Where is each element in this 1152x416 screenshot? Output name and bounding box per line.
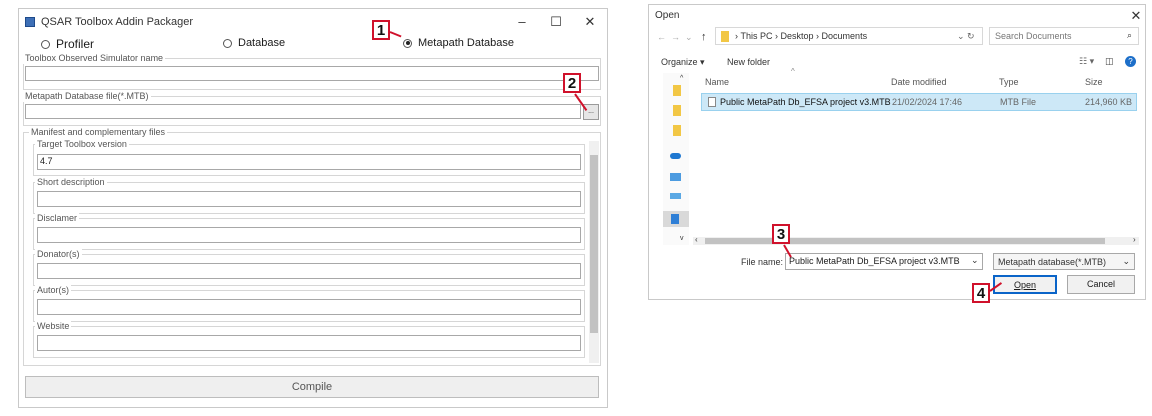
callout-3: 3 — [772, 224, 790, 244]
file-name: Public MetaPath Db_EFSA project v3.MTB — [720, 97, 891, 107]
compile-button[interactable]: Compile — [25, 376, 599, 398]
callout-2: 2 — [563, 73, 581, 93]
drive-icon[interactable] — [670, 193, 681, 199]
donators-input[interactable] — [37, 263, 581, 279]
breadcrumb-desktop[interactable]: Desktop — [781, 31, 814, 41]
file-size: 214,960 KB — [1084, 97, 1132, 107]
folder-icon[interactable] — [673, 105, 681, 116]
breadcrumb-documents[interactable]: Documents — [822, 31, 868, 41]
pc-icon[interactable] — [670, 173, 681, 181]
address-dropdown-icon[interactable]: ⌄ ↻ — [957, 31, 975, 42]
autors-label: Autor(s) — [35, 285, 72, 296]
nav-pane-scroll-down[interactable]: v — [680, 235, 684, 242]
radio-selected-icon — [403, 38, 412, 48]
file-name-dropdown-icon[interactable]: ⌄ — [971, 255, 979, 266]
open-button[interactable]: Open — [993, 275, 1057, 294]
target-version-input[interactable]: 4.7 — [37, 154, 581, 170]
autors-input[interactable] — [37, 299, 581, 315]
db-file-input[interactable] — [25, 104, 581, 119]
dialog-close-button[interactable]: ✕ — [1125, 8, 1145, 24]
file-type-filter[interactable]: Metapath database(*.MTB) ⌄ — [993, 253, 1135, 270]
radio-metapath-label: Metapath Database — [418, 37, 515, 49]
open-button-label: Open — [1013, 280, 1037, 290]
file-name-input[interactable]: Public MetaPath Db_EFSA project v3.MTB — [785, 253, 983, 270]
website-label: Website — [35, 321, 72, 332]
column-name[interactable]: Name — [705, 77, 729, 87]
up-arrow-icon[interactable]: ↑ — [701, 31, 707, 43]
filter-dropdown-icon: ⌄ — [1122, 256, 1130, 266]
simulator-group-label: Toolbox Observed Simulator name — [23, 53, 166, 64]
target-version-label: Target Toolbox version — [35, 139, 129, 150]
callout-4: 4 — [972, 283, 990, 303]
minimize-button[interactable]: – — [511, 14, 533, 30]
dialog-title: Open — [655, 10, 680, 21]
organize-button[interactable]: Organize ▾ — [661, 57, 705, 68]
nav-pane-scroll-up[interactable]: ^ — [680, 75, 683, 82]
search-placeholder: Search Documents — [995, 31, 1072, 41]
network-icon[interactable] — [671, 214, 679, 224]
radio-database-label: Database — [238, 37, 286, 49]
callout-1: 1 — [372, 20, 390, 40]
navigation-pane — [663, 73, 689, 245]
radio-icon — [41, 39, 50, 49]
file-list-hscrollbar-thumb[interactable] — [705, 238, 1105, 244]
open-dialog: Open ✕ ← → ⌄ ↑ › This PC › Desktop › Doc… — [648, 4, 1146, 300]
file-type: MTB File — [1000, 97, 1036, 107]
help-icon[interactable]: ? — [1125, 56, 1136, 67]
db-file-group-label: Metapath Database file(*.MTB) — [23, 91, 151, 102]
app-icon — [25, 17, 35, 27]
breadcrumb: › This PC › Desktop › Documents — [735, 31, 868, 41]
simulator-name-input[interactable] — [25, 66, 599, 81]
search-icon[interactable]: ⌕ — [1127, 30, 1132, 41]
disclamer-input[interactable] — [37, 227, 581, 243]
radio-database[interactable]: Database — [223, 37, 285, 49]
short-description-input[interactable] — [37, 191, 581, 207]
column-type[interactable]: Type — [999, 77, 1019, 87]
window-title: QSAR Toolbox Addin Packager — [41, 16, 194, 28]
file-name-label: File name: — [741, 257, 784, 267]
radio-icon — [223, 38, 232, 48]
file-type-filter-value: Metapath database(*.MTB) — [998, 257, 1107, 267]
folder-icon[interactable] — [673, 125, 681, 136]
packager-window: QSAR Toolbox Addin Packager – ☐ ✕ Profil… — [18, 8, 608, 408]
hscroll-right[interactable]: › — [1133, 235, 1136, 244]
short-description-label: Short description — [35, 177, 107, 188]
folder-icon[interactable] — [673, 85, 681, 96]
column-size[interactable]: Size — [1085, 77, 1103, 87]
back-arrow-icon[interactable]: ← — [657, 32, 666, 42]
hscroll-left[interactable]: ‹ — [695, 235, 698, 244]
file-date: 21/02/2024 17:46 — [892, 97, 963, 107]
preview-pane-icon[interactable]: ◫ — [1105, 56, 1114, 67]
donators-label: Donator(s) — [35, 249, 82, 260]
disclamer-label: Disclamer — [35, 213, 80, 224]
breadcrumb-this-pc[interactable]: This PC — [741, 31, 773, 41]
new-folder-button[interactable]: New folder — [727, 57, 770, 67]
website-input[interactable] — [37, 335, 581, 351]
cloud-icon[interactable] — [670, 153, 681, 159]
manifest-scrollbar-thumb[interactable] — [590, 155, 598, 333]
radio-metapath-database[interactable]: Metapath Database — [403, 37, 514, 49]
chevron-down-icon[interactable]: ⌄ — [685, 32, 693, 43]
radio-profiler[interactable]: Profiler — [41, 37, 94, 51]
column-date[interactable]: Date modified — [891, 77, 947, 87]
cancel-button[interactable]: Cancel — [1067, 275, 1135, 294]
manifest-group-label: Manifest and complementary files — [29, 127, 168, 138]
folder-icon — [721, 31, 729, 42]
view-options-icon[interactable]: ☷ ▾ — [1079, 56, 1094, 67]
file-row[interactable]: Public MetaPath Db_EFSA project v3.MTB 2… — [701, 93, 1137, 111]
maximize-button[interactable]: ☐ — [545, 14, 567, 30]
sort-chevron-icon: ^ — [791, 67, 795, 76]
close-button[interactable]: ✕ — [579, 14, 601, 30]
forward-arrow-icon[interactable]: → — [671, 32, 680, 42]
file-icon — [708, 97, 716, 107]
radio-profiler-label: Profiler — [56, 37, 95, 51]
